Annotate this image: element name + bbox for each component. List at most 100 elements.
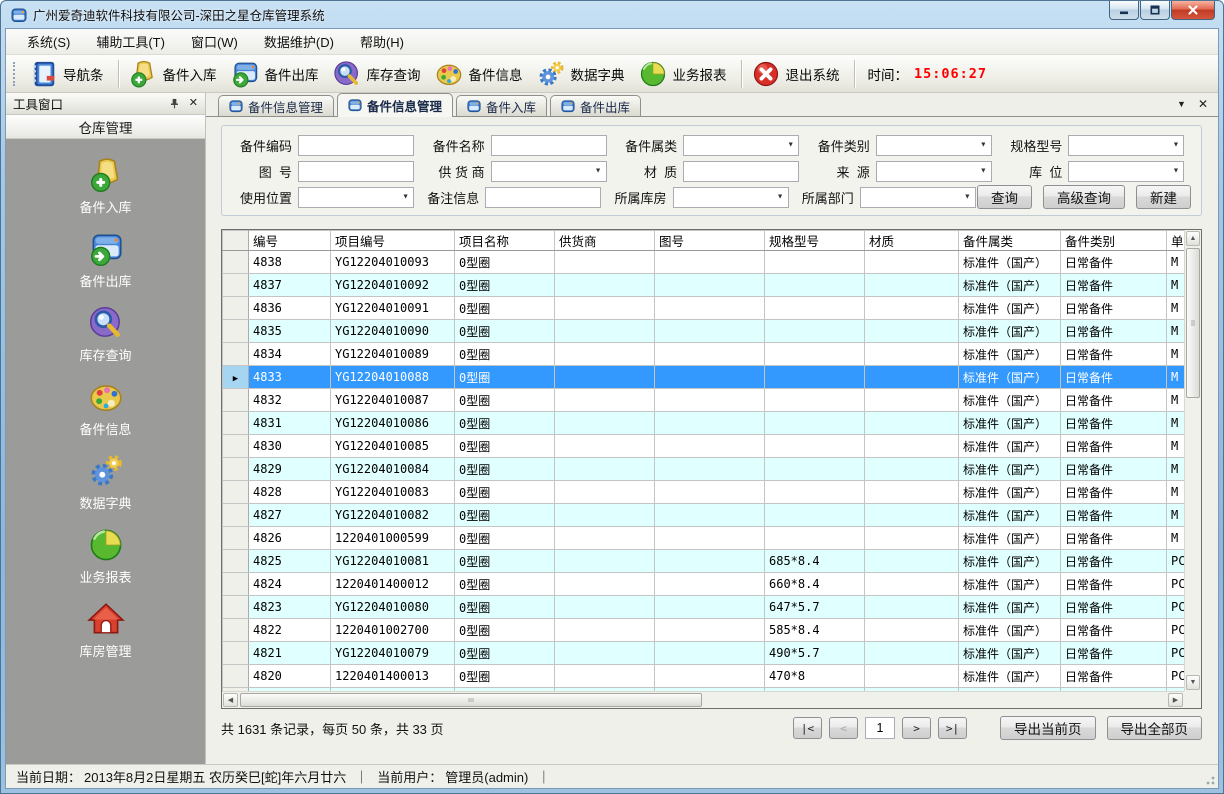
grid-cell[interactable]: 标准件（国产） bbox=[959, 412, 1061, 435]
grid-cell[interactable] bbox=[865, 504, 959, 527]
grid-cell[interactable]: YG12204010081 bbox=[331, 550, 455, 573]
grid-cell[interactable]: 647*5.7 bbox=[765, 596, 865, 619]
grid-cell[interactable] bbox=[655, 389, 765, 412]
grid-cell[interactable]: 4825 bbox=[249, 550, 331, 573]
grid-cell[interactable]: 日常备件 bbox=[1061, 619, 1167, 642]
menu-aux-tools[interactable]: 辅助工具(T) bbox=[83, 28, 178, 55]
grid-cell[interactable] bbox=[765, 343, 865, 366]
grid-cell[interactable] bbox=[655, 573, 765, 596]
table-row[interactable]: 482212204010027000型圈585*8.4标准件（国产）日常备件PC bbox=[223, 619, 1185, 642]
table-row[interactable]: 4838YG122040100930型圈标准件（国产）日常备件M bbox=[223, 251, 1185, 274]
grid-cell[interactable]: YG12204010079 bbox=[331, 642, 455, 665]
close-button[interactable] bbox=[1171, 1, 1215, 20]
grid-cell[interactable]: 日常备件 bbox=[1061, 573, 1167, 596]
grid-cell[interactable] bbox=[655, 251, 765, 274]
grid-cell[interactable]: 标准件（国产） bbox=[959, 481, 1061, 504]
grid-cell[interactable] bbox=[555, 665, 655, 688]
grid-cell[interactable] bbox=[555, 389, 655, 412]
pin-icon[interactable] bbox=[169, 98, 180, 109]
grid-cell[interactable] bbox=[655, 527, 765, 550]
part-category-combobox[interactable]: ▼ bbox=[683, 135, 799, 156]
grid-cell[interactable] bbox=[765, 297, 865, 320]
column-header[interactable]: 材质 bbox=[865, 231, 959, 251]
grid-cell[interactable] bbox=[865, 366, 959, 389]
grid-cell[interactable]: 0型圈 bbox=[455, 435, 555, 458]
column-header[interactable]: 项目名称 bbox=[455, 231, 555, 251]
grid-cell[interactable] bbox=[865, 527, 959, 550]
grid-cell[interactable] bbox=[555, 481, 655, 504]
row-selector-cell[interactable] bbox=[223, 527, 249, 550]
grid-cell[interactable]: 685*8.4 bbox=[765, 550, 865, 573]
tab-parts-info-management-2[interactable]: 备件信息管理 bbox=[337, 93, 453, 117]
scroll-up-icon[interactable]: ▲ bbox=[1186, 231, 1200, 246]
column-header[interactable]: 项目编号 bbox=[331, 231, 455, 251]
grid-cell[interactable] bbox=[865, 343, 959, 366]
row-selector-cell[interactable] bbox=[223, 389, 249, 412]
table-row[interactable]: 4834YG122040100890型圈标准件（国产）日常备件M bbox=[223, 343, 1185, 366]
grid-cell[interactable] bbox=[655, 343, 765, 366]
grid-cell[interactable]: YG12204010087 bbox=[331, 389, 455, 412]
vertical-scroll-thumb[interactable] bbox=[1186, 248, 1200, 398]
grid-cell[interactable]: 4828 bbox=[249, 481, 331, 504]
grid-cell[interactable]: 日常备件 bbox=[1061, 504, 1167, 527]
grid-cell[interactable]: M bbox=[1167, 320, 1185, 343]
grid-cell[interactable]: 660*8.4 bbox=[765, 573, 865, 596]
grid-cell[interactable]: 标准件（国产） bbox=[959, 550, 1061, 573]
row-selector-cell[interactable] bbox=[223, 642, 249, 665]
remark-input[interactable] bbox=[485, 187, 601, 208]
export-current-page-button[interactable]: 导出当前页 bbox=[1000, 716, 1096, 740]
grid-cell[interactable] bbox=[555, 297, 655, 320]
row-selector-cell[interactable] bbox=[223, 573, 249, 596]
grid-cell[interactable] bbox=[865, 412, 959, 435]
grid-cell[interactable]: 0型圈 bbox=[455, 665, 555, 688]
table-row[interactable]: 4837YG122040100920型圈标准件（国产）日常备件M bbox=[223, 274, 1185, 297]
grid-cell[interactable] bbox=[765, 527, 865, 550]
column-header[interactable]: 备件属类 bbox=[959, 231, 1061, 251]
menu-data-maintenance[interactable]: 数据维护(D) bbox=[251, 28, 347, 55]
grid-cell[interactable] bbox=[765, 366, 865, 389]
grid-cell[interactable]: YG12204010085 bbox=[331, 435, 455, 458]
title-bar[interactable]: 广州爱奇迪软件科技有限公司-深田之星仓库管理系统 bbox=[1, 1, 1223, 28]
grid-cell[interactable] bbox=[865, 389, 959, 412]
grid-cell[interactable]: 4826 bbox=[249, 527, 331, 550]
grid-cell[interactable]: 日常备件 bbox=[1061, 297, 1167, 320]
grid-cell[interactable] bbox=[865, 642, 959, 665]
grid-cell[interactable]: 0型圈 bbox=[455, 619, 555, 642]
grid-cell[interactable] bbox=[865, 320, 959, 343]
grid-cell[interactable]: PC bbox=[1167, 642, 1185, 665]
tab-list-dropdown-icon[interactable]: ▼ bbox=[1177, 100, 1186, 109]
tab-stock-out[interactable]: 备件出库 bbox=[550, 95, 641, 116]
grid-cell[interactable]: 0型圈 bbox=[455, 274, 555, 297]
menu-help[interactable]: 帮助(H) bbox=[347, 28, 417, 55]
grid-cell[interactable]: 0型圈 bbox=[455, 481, 555, 504]
grid-cell[interactable]: 0型圈 bbox=[455, 527, 555, 550]
drawing-no-input[interactable] bbox=[298, 161, 414, 182]
row-selector-cell[interactable] bbox=[223, 274, 249, 297]
grid-cell[interactable] bbox=[865, 251, 959, 274]
table-row[interactable]: 4829YG122040100840型圈标准件（国产）日常备件M bbox=[223, 458, 1185, 481]
row-selector-cell[interactable] bbox=[223, 619, 249, 642]
grid-cell[interactable]: YG12204010093 bbox=[331, 251, 455, 274]
grid-cell[interactable]: M bbox=[1167, 251, 1185, 274]
grid-cell[interactable]: 日常备件 bbox=[1061, 389, 1167, 412]
grid-cell[interactable]: 日常备件 bbox=[1061, 481, 1167, 504]
table-row[interactable]: 4827YG122040100820型圈标准件（国产）日常备件M bbox=[223, 504, 1185, 527]
grid-cell[interactable] bbox=[865, 619, 959, 642]
grid-cell[interactable]: PC bbox=[1167, 665, 1185, 688]
row-selector-cell[interactable] bbox=[223, 596, 249, 619]
grid-cell[interactable] bbox=[655, 481, 765, 504]
grid-cell[interactable]: YG12204010086 bbox=[331, 412, 455, 435]
grid-cell[interactable]: M bbox=[1167, 527, 1185, 550]
row-selector-cell[interactable] bbox=[223, 297, 249, 320]
grid-cell[interactable]: 4834 bbox=[249, 343, 331, 366]
grid-cell[interactable]: PC bbox=[1167, 596, 1185, 619]
grid-cell[interactable]: YG12204010090 bbox=[331, 320, 455, 343]
grid-cell[interactable]: 4822 bbox=[249, 619, 331, 642]
grid-cell[interactable]: 标准件（国产） bbox=[959, 458, 1061, 481]
table-row[interactable]: 482412204014000120型圈660*8.4标准件（国产）日常备件PC bbox=[223, 573, 1185, 596]
grid-cell[interactable]: YG12204010083 bbox=[331, 481, 455, 504]
table-row[interactable]: 4823YG122040100800型圈647*5.7标准件（国产）日常备件PC bbox=[223, 596, 1185, 619]
grid-cell[interactable] bbox=[555, 596, 655, 619]
grid-cell[interactable]: 标准件（国产） bbox=[959, 274, 1061, 297]
grid-cell[interactable]: 1220401002700 bbox=[331, 619, 455, 642]
